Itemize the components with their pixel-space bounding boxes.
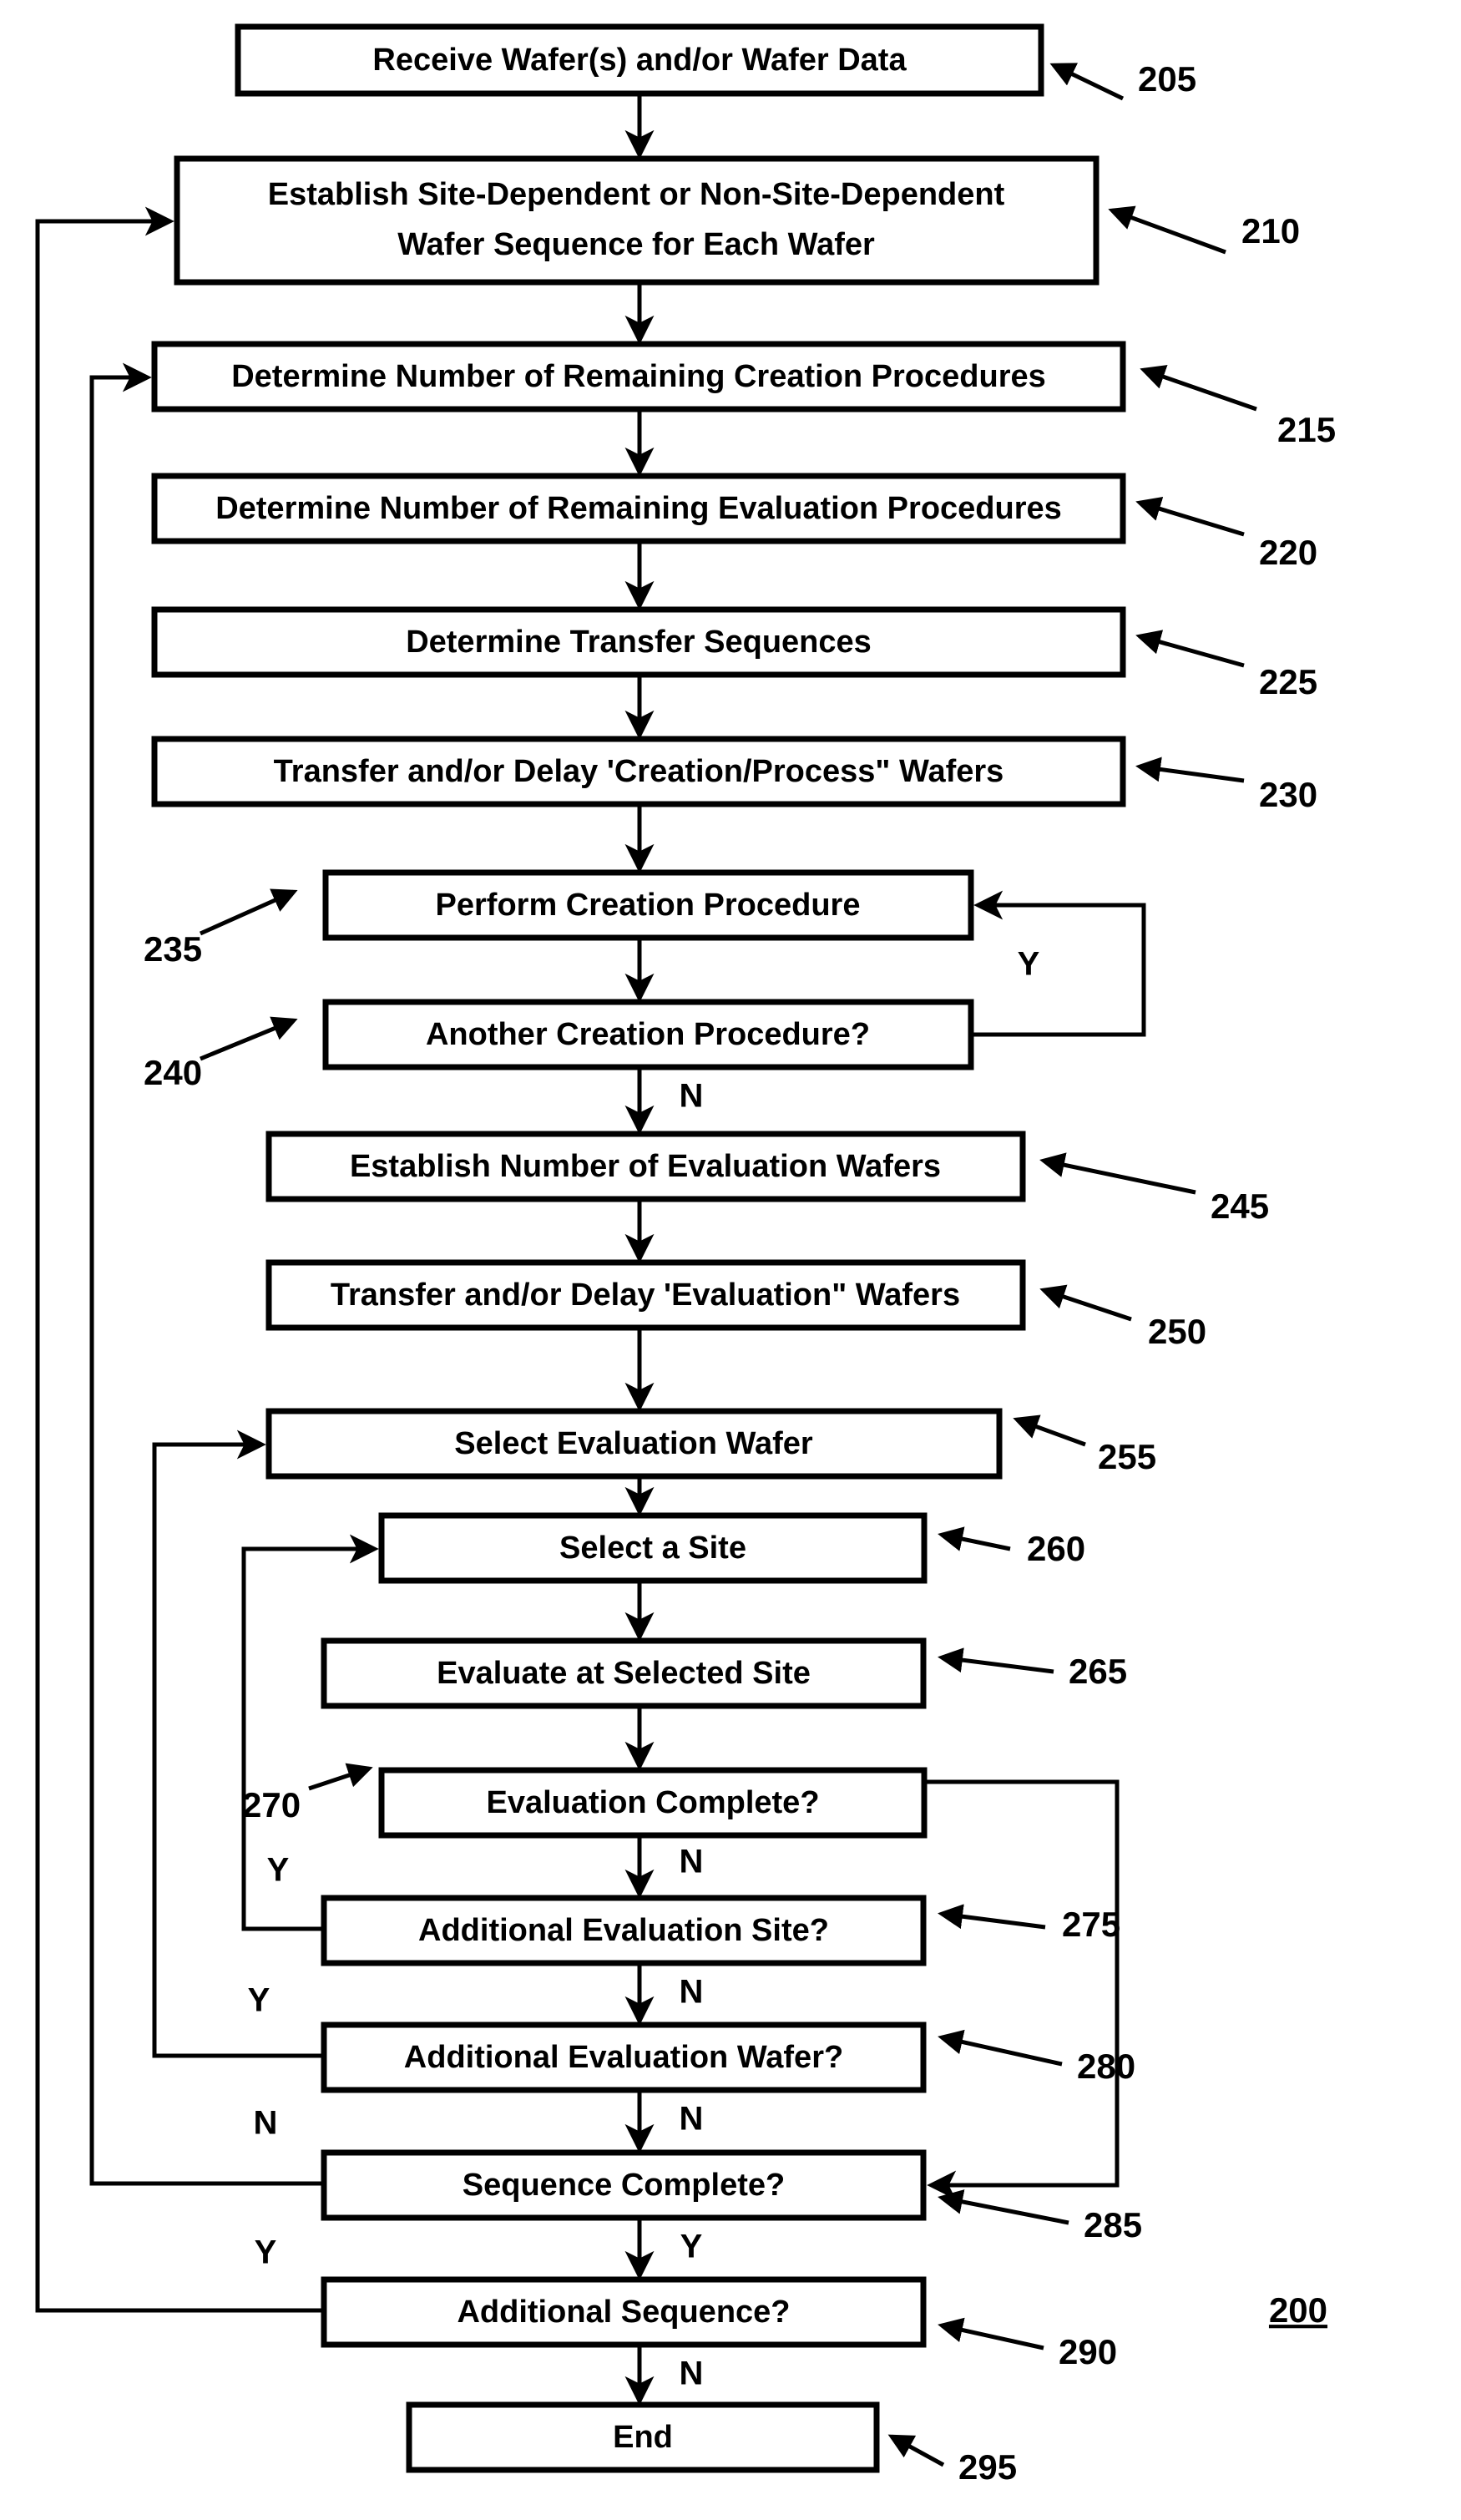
ref-num-270: 270 <box>242 1785 301 1824</box>
ref-num-280: 280 <box>1077 2047 1135 2086</box>
node-280[interactable]: Additional Evaluation Wafer? <box>321 2022 927 2093</box>
node-220[interactable]: Determine Number of Remaining Evaluation… <box>151 473 1126 544</box>
branch-label-eval-complete-yes: Y <box>267 1852 290 1889</box>
ref-num-205: 205 <box>1138 59 1196 99</box>
branch-label-seq-complete-no: N <box>254 2105 278 2142</box>
ref-num-265: 265 <box>1069 1652 1127 1691</box>
ref-num-225: 225 <box>1259 662 1317 701</box>
leader-255 <box>1013 1414 1086 1447</box>
node-265[interactable]: Evaluate at Selected Site <box>321 1637 927 1709</box>
node-230-label: Transfer and/or Delay 'Creation/Process"… <box>274 754 1004 789</box>
node-220-label: Determine Number of Remaining Evaluation… <box>215 491 1062 526</box>
node-240[interactable]: Another Creation Procedure? <box>322 999 974 1070</box>
node-225[interactable]: Determine Transfer Sequences <box>151 606 1126 678</box>
node-270[interactable]: Evaluation Complete? <box>378 1767 928 1839</box>
ref-num-275: 275 <box>1062 1905 1120 1944</box>
node-295-label: End <box>613 2420 673 2455</box>
leader-245 <box>1039 1152 1196 1195</box>
node-275[interactable]: Additional Evaluation Site? <box>321 1895 927 1966</box>
node-225-label: Determine Transfer Sequences <box>406 625 872 660</box>
leader-225 <box>1135 630 1245 668</box>
node-265-label: Evaluate at Selected Site <box>437 1656 811 1691</box>
leader-290 <box>938 2317 1044 2350</box>
branch-label-seq-complete-yes: Y <box>680 2229 703 2265</box>
ref-num-240: 240 <box>144 1053 202 1092</box>
leader-220 <box>1135 496 1245 537</box>
node-245-label: Establish Number of Evaluation Wafers <box>350 1149 941 1184</box>
branch-label-addl-wafer-yes: Y <box>248 1982 270 2019</box>
ref-num-215: 215 <box>1277 410 1336 449</box>
ref-num-290: 290 <box>1059 2332 1117 2371</box>
node-285-label: Sequence Complete? <box>463 2168 785 2203</box>
node-230[interactable]: Transfer and/or Delay 'Creation/Process"… <box>151 736 1126 807</box>
flowchart-diagram: Receive Wafer(s) and/or Wafer Data Estab… <box>35 23 1336 2487</box>
leader-275 <box>938 1904 1046 1930</box>
leader-240 <box>200 1016 298 1061</box>
node-205-label: Receive Wafer(s) and/or Wafer Data <box>372 43 907 78</box>
leader-215 <box>1140 365 1257 412</box>
ref-num-220: 220 <box>1259 533 1317 572</box>
node-275-label: Additional Evaluation Site? <box>418 1913 829 1948</box>
branch-label-another-creation-no: N <box>680 1078 704 1115</box>
leader-280 <box>938 2029 1063 2067</box>
branch-label-another-creation-yes: Y <box>1018 946 1040 983</box>
leader-285 <box>938 2189 1069 2225</box>
figure-canvas: Receive Wafer(s) and/or Wafer Data Estab… <box>0 0 1461 2520</box>
node-250-label: Transfer and/or Delay 'Evaluation" Wafer… <box>331 1278 960 1313</box>
leader-250 <box>1039 1284 1132 1322</box>
node-215[interactable]: Determine Number of Remaining Creation P… <box>151 341 1126 412</box>
edge-additional-wafer-yes <box>152 1430 324 2058</box>
node-255-label: Select Evaluation Wafer <box>454 1426 813 1461</box>
branch-label-addl-wafer-no: N <box>680 2101 704 2138</box>
leader-265 <box>938 1647 1054 1674</box>
leader-235 <box>199 888 298 936</box>
leader-210 <box>1108 205 1226 255</box>
branch-label-addl-seq-yes: Y <box>255 2234 277 2271</box>
branch-label-eval-complete-no: N <box>680 1844 704 1880</box>
figure-number-group: 200 <box>1269 2290 1327 2330</box>
node-270-label: Evaluation Complete? <box>486 1785 819 1820</box>
leader-230 <box>1135 757 1245 783</box>
ref-num-255: 255 <box>1098 1437 1156 1476</box>
branch-label-addl-seq-no: N <box>680 2356 704 2392</box>
ref-num-295: 295 <box>958 2447 1017 2487</box>
leader-295 <box>887 2434 945 2467</box>
node-205[interactable]: Receive Wafer(s) and/or Wafer Data <box>235 23 1044 97</box>
node-210[interactable]: Establish Site-Dependent or Non-Site-Dep… <box>174 155 1100 286</box>
ref-num-250: 250 <box>1148 1312 1206 1351</box>
node-235-label: Perform Creation Procedure <box>436 888 861 923</box>
ref-num-230: 230 <box>1259 775 1317 814</box>
ref-num-235: 235 <box>144 929 202 969</box>
edge-another-creation-yes <box>971 890 1146 1037</box>
node-260-label: Select a Site <box>559 1531 746 1566</box>
node-260[interactable]: Select a Site <box>378 1512 928 1584</box>
node-215-label: Determine Number of Remaining Creation P… <box>231 359 1046 394</box>
ref-num-210: 210 <box>1241 211 1300 250</box>
ref-num-245: 245 <box>1211 1187 1269 1226</box>
leader-270 <box>308 1763 373 1791</box>
figure-number: 200 <box>1269 2290 1327 2330</box>
node-250[interactable]: Transfer and/or Delay 'Evaluation" Wafer… <box>265 1259 1026 1331</box>
ref-num-260: 260 <box>1027 1529 1085 1568</box>
node-240-label: Another Creation Procedure? <box>426 1017 870 1052</box>
edge-evaluation-complete-yes <box>924 1779 1120 2200</box>
node-210-label-line2: Wafer Sequence for Each Wafer <box>397 227 875 262</box>
leader-260 <box>938 1526 1011 1551</box>
node-255[interactable]: Select Evaluation Wafer <box>265 1408 1003 1480</box>
node-245[interactable]: Establish Number of Evaluation Wafers <box>265 1131 1026 1202</box>
ref-num-285: 285 <box>1084 2205 1142 2244</box>
node-295[interactable]: End <box>406 2401 880 2473</box>
branch-label-addl-site-no: N <box>680 1974 704 2011</box>
node-285[interactable]: Sequence Complete? <box>321 2149 927 2221</box>
node-210-label-line1: Establish Site-Dependent or Non-Site-Dep… <box>268 177 1005 212</box>
edge-additional-site-yes <box>241 1534 379 1931</box>
node-280-label: Additional Evaluation Wafer? <box>404 2040 843 2075</box>
node-290[interactable]: Additional Sequence? <box>321 2276 927 2348</box>
node-290-label: Additional Sequence? <box>457 2295 790 2330</box>
node-235[interactable]: Perform Creation Procedure <box>322 869 974 941</box>
leader-205 <box>1049 63 1125 101</box>
